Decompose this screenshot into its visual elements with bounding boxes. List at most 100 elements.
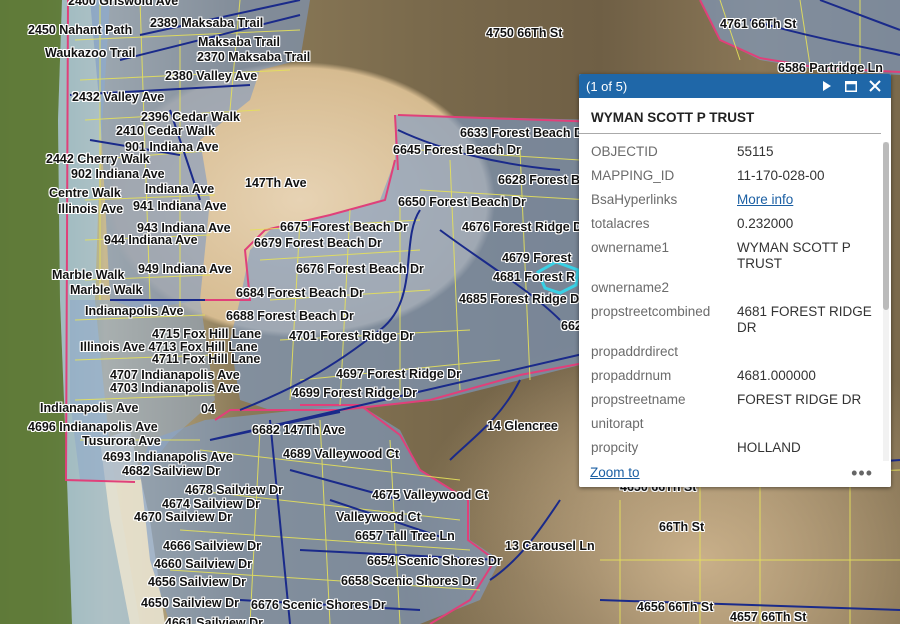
map-label: Maksaba Trail <box>198 35 280 49</box>
map-label: 6676 Forest Beach Dr <box>296 262 424 276</box>
more-info-link[interactable]: More info <box>737 192 793 207</box>
map-label: Tusurora Ave <box>82 434 161 448</box>
map-label: 6633 Forest Beach Dr <box>460 126 588 140</box>
map-label: 4679 Forest <box>502 251 572 265</box>
map-label: Centre Walk <box>49 186 121 200</box>
zoom-to-link[interactable]: Zoom to <box>590 465 640 480</box>
map-label: 147Th Ave <box>245 176 307 190</box>
map-label: 4761 66Th St <box>720 17 797 31</box>
attribute-key: BsaHyperlinks <box>591 192 678 207</box>
map-label: Illinois Ave <box>58 202 124 216</box>
attribute-key: unitorapt <box>591 416 644 431</box>
map-label: 4681 Forest R <box>493 270 575 284</box>
map-label: Indianapolis Ave <box>40 401 139 415</box>
map-label: Waukazoo Trail <box>45 46 136 60</box>
attribute-value[interactable]: More info <box>737 188 875 212</box>
attribute-value: WYMAN SCOTT P TRUST <box>737 240 851 271</box>
map-label: 66Th St <box>659 520 705 534</box>
more-options-icon[interactable]: ••• <box>851 463 873 484</box>
map-label: Valleywood Ct <box>336 510 421 524</box>
map-label: 4676 Forest Ridge Dr <box>462 220 588 234</box>
attribute-value: 0.232000 <box>737 216 794 231</box>
feature-popup: (1 of 5) WYMAN SCOTT P TRUST OBJECTID 551… <box>579 74 891 487</box>
map-label: 4701 Forest Ridge Dr <box>289 329 415 343</box>
attribute-row: OBJECTID 55115 <box>591 140 875 164</box>
popup-pager: (1 of 5) <box>586 78 628 94</box>
map-label: 4699 Forest Ridge Dr <box>292 386 418 400</box>
attribute-value: FOREST RIDGE DR <box>737 392 862 407</box>
map-label: 4696 Indianapolis Ave <box>28 420 158 434</box>
attribute-row: totalacres 0.232000 <box>591 212 875 236</box>
attribute-value <box>737 340 875 364</box>
map-label: 13 Carousel Ln <box>505 539 595 553</box>
scrollbar-thumb[interactable] <box>883 142 889 310</box>
attribute-value: 11-170-028-00 <box>737 168 825 183</box>
map-label: 6684 Forest Beach Dr <box>236 286 364 300</box>
attribute-row: BsaHyperlinks More info <box>591 188 875 212</box>
attribute-list[interactable]: OBJECTID 55115 MAPPING_ID 11-170-028-00 BsaH… <box>579 136 891 470</box>
map-label: Marble Walk <box>70 283 143 297</box>
map-label: 6679 Forest Beach Dr <box>254 236 382 250</box>
map-label: 4693 Indianapolis Ave <box>103 450 233 464</box>
map-label: 941 Indiana Ave <box>133 199 227 213</box>
attribute-key: propstreetname <box>591 392 686 407</box>
map-label: 4666 Sailview Dr <box>163 539 261 553</box>
maximize-icon <box>845 80 857 92</box>
attribute-key: MAPPING_ID <box>591 168 675 183</box>
map-label: 4650 Sailview Dr <box>141 596 239 610</box>
attribute-value: 4681.000000 <box>737 368 816 383</box>
close-popup-button[interactable] <box>865 76 885 96</box>
map-label: 4707 Indianapolis Ave <box>110 368 240 382</box>
map-label: 2442 Cherry Walk <box>46 152 150 166</box>
map-label: 4661 Sailview Dr <box>165 616 263 624</box>
attribute-value: HOLLAND <box>737 440 801 455</box>
map-label: 4678 Sailview Dr <box>185 483 283 497</box>
map-label: 4674 Sailview Dr <box>162 497 260 511</box>
map-label: 2380 Valley Ave <box>165 69 258 83</box>
map-label: 4689 Valleywood Ct <box>283 447 400 461</box>
map-label: 4750 66Th St <box>486 26 563 40</box>
map-label: Indiana Ave <box>145 182 215 196</box>
attribute-row: propstreetcombined 4681 FOREST RIDGE DR <box>591 300 875 340</box>
attribute-value: 4681 FOREST RIDGE DR <box>737 304 872 335</box>
map-label: 6658 Scenic Shores Dr <box>341 574 476 588</box>
popup-title: WYMAN SCOTT P TRUST <box>579 98 881 134</box>
map-label: 2450 Nahant Path <box>28 23 133 37</box>
attribute-row: propstreetname FOREST RIDGE DR <box>591 388 875 412</box>
attribute-key: ownername1 <box>591 240 670 255</box>
map-label: 6586 Partridge Ln <box>778 61 883 75</box>
attribute-key: OBJECTID <box>591 144 658 159</box>
map-label: 2396 Cedar Walk <box>141 110 240 124</box>
popup-scrollbar[interactable] <box>883 142 889 470</box>
popup-header: (1 of 5) <box>579 74 891 98</box>
attribute-value: 55115 <box>737 144 774 159</box>
attribute-row: ownername2 <box>591 276 875 300</box>
map-label: 2389 Maksaba Trail <box>150 16 264 30</box>
map-label: 4675 Valleywood Ct <box>372 488 489 502</box>
map-label: 6675 Forest Beach Dr <box>280 220 408 234</box>
map-label: 6645 Forest Beach Dr <box>393 143 521 157</box>
map-label: 4697 Forest Ridge Dr <box>336 367 462 381</box>
map-label: Indianapolis Ave <box>85 304 184 318</box>
next-feature-button[interactable] <box>817 76 837 96</box>
map-label: 4660 Sailview Dr <box>154 557 252 571</box>
map-label: 04 <box>201 402 215 416</box>
attribute-key: propaddrdirect <box>591 344 679 359</box>
map-label: 2400 Griswold Ave <box>68 0 179 8</box>
map-label: 6676 Scenic Shores Dr <box>251 598 386 612</box>
close-icon <box>869 80 881 92</box>
map-label: 4670 Sailview Dr <box>134 510 232 524</box>
attribute-key: totalacres <box>591 216 650 231</box>
attribute-key: propaddrnum <box>591 368 672 383</box>
popup-footer: Zoom to ••• <box>579 461 891 487</box>
dock-popup-button[interactable] <box>841 76 861 96</box>
attribute-key: ownername2 <box>591 280 670 295</box>
map-label: 4656 66Th St <box>637 600 714 614</box>
map-label: 6654 Scenic Shores Dr <box>367 554 502 568</box>
map-label: 6682 147Th Ave <box>252 423 345 437</box>
map-label: 944 Indiana Ave <box>104 233 198 247</box>
attribute-row: propcity HOLLAND <box>591 436 875 460</box>
attribute-row: propaddrdirect <box>591 340 875 364</box>
map-label: 6657 Tall Tree Ln <box>355 529 455 543</box>
map-label: 4656 Sailview Dr <box>148 575 246 589</box>
